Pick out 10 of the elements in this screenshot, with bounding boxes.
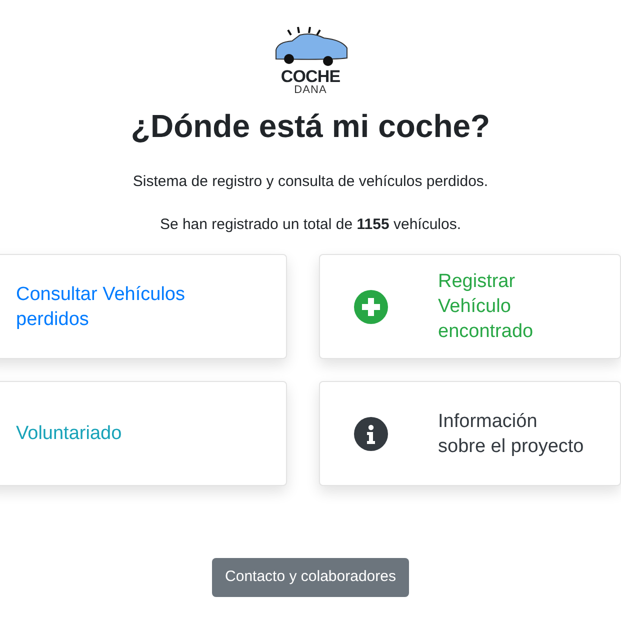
- card-link[interactable]: Información sobre el proyecto: [438, 382, 590, 485]
- card-link[interactable]: Consultar Vehículos perdidos: [16, 255, 256, 358]
- page-title: ¿Dónde está mi coche?: [130, 107, 490, 146]
- logo-text: COCHE: [280, 68, 340, 85]
- contact-button[interactable]: Contacto y colaboradores: [212, 558, 409, 597]
- card-link[interactable]: Registrar Vehículo encontrado: [438, 255, 590, 358]
- subtitle: Sistema de registro y consulta de vehículos perdidos.: [132, 172, 488, 192]
- card-link[interactable]: Voluntariado: [16, 382, 256, 485]
- total-text: Se han registrado un total de 1155 vehículos.: [160, 214, 462, 234]
- logo-subtext: DANA: [294, 85, 327, 96]
